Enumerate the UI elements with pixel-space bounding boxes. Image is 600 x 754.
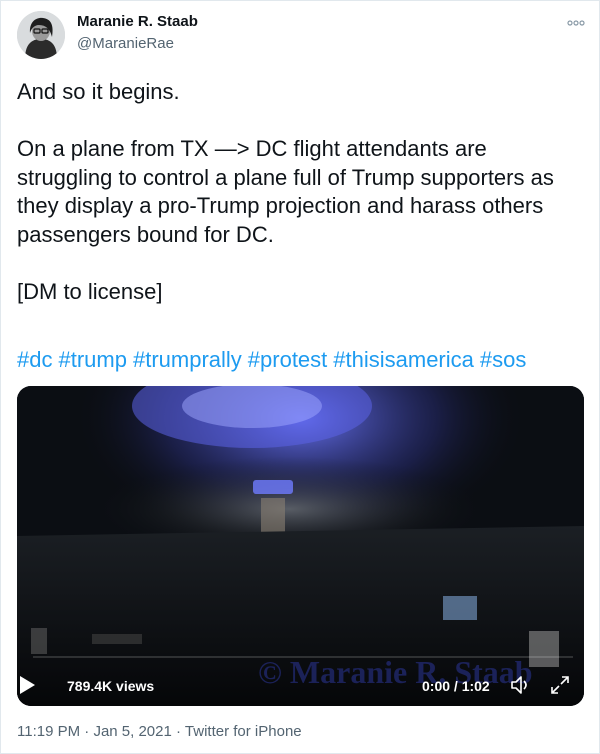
video-time: 0:00 / 1:02	[422, 678, 490, 694]
license-note: [DM to license]	[17, 278, 163, 304]
hashtag-link[interactable]: #sos	[480, 347, 526, 372]
tweet-date-link[interactable]: Jan 5, 2021	[93, 723, 171, 740]
avatar[interactable]	[17, 11, 65, 59]
tweet-source-link[interactable]: Twitter for iPhone	[185, 723, 302, 740]
author-handle[interactable]: @MaranieRae	[77, 35, 174, 52]
play-icon[interactable]	[18, 675, 36, 700]
hashtag-link[interactable]: #trumprally	[133, 347, 242, 372]
tweet-time-link[interactable]: 11:19 PM	[17, 723, 80, 740]
tweet-line: On a plane from TX —> DC flight attendan…	[17, 136, 487, 161]
hashtag-link[interactable]: #trump	[58, 347, 126, 372]
hashtags: #dc #trump #trumprally #protest #thisisameri…	[17, 347, 532, 373]
video-watermark: © Maranie R. Staab	[258, 654, 533, 690]
tweet-line-intro: And so it begins.	[17, 79, 180, 104]
fullscreen-icon[interactable]	[549, 674, 571, 701]
author-name[interactable]: Maranie R. Staab	[77, 13, 198, 30]
hashtag-link[interactable]: #thisisamerica	[333, 347, 474, 372]
separator: ·	[171, 723, 185, 740]
video-progress-bar[interactable]	[33, 656, 573, 658]
volume-muted-icon[interactable]	[509, 674, 533, 701]
hashtag-link[interactable]: #protest	[248, 347, 328, 372]
tweet-line: they display a pro-Trump projection and …	[17, 193, 544, 218]
tweet-metadata: 11:19 PM · Jan 5, 2021 · Twitter for iPh…	[17, 723, 302, 740]
view-count: 789.4K views	[67, 678, 155, 694]
separator: ·	[80, 723, 94, 740]
tweet-line: struggling to control a plane full of Tr…	[17, 164, 554, 190]
hashtag-link[interactable]: #dc	[17, 347, 52, 372]
tweet-line: passengers bound for DC.	[17, 221, 274, 247]
tweet-text: And so it begins. On a plane from TX —> …	[17, 78, 582, 306]
more-icon[interactable]	[566, 16, 586, 28]
